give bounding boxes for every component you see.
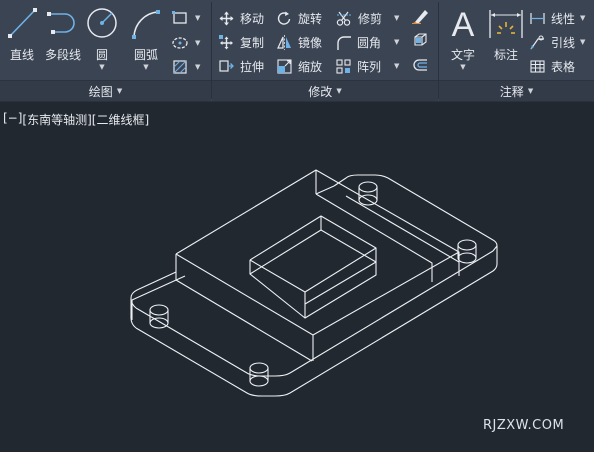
isometric-part-wireframe [130,169,498,397]
watermark: RJZXW.COM [483,418,565,433]
drawing-canvas[interactable] [0,0,594,452]
